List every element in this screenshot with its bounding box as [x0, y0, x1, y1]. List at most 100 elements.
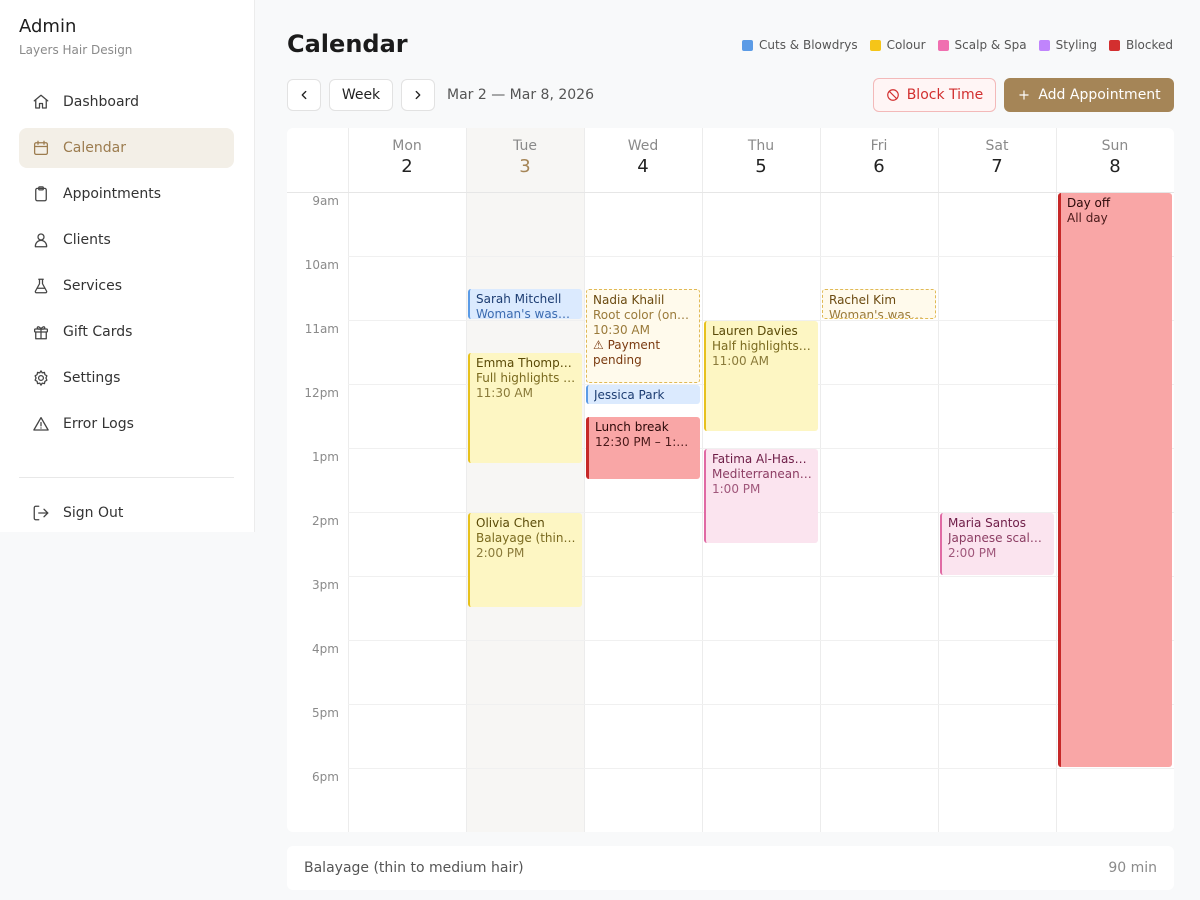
- hour-gridline: [348, 256, 1174, 257]
- blocked-time-event[interactable]: Day off All day: [1058, 193, 1172, 767]
- gift-icon: [32, 323, 50, 341]
- day-column[interactable]: [584, 128, 702, 832]
- day-header: Fri 6: [820, 128, 938, 192]
- event-title: Rachel Kim: [829, 293, 897, 307]
- next-week-button[interactable]: [401, 79, 435, 111]
- day-name: Wed: [627, 138, 659, 154]
- appointment-event[interactable]: Emma ThompsonFull highlights (thin to me…: [468, 353, 582, 463]
- day-number: 5: [755, 156, 767, 177]
- event-subtitle: Half highlights (thin to medium hair): [712, 339, 812, 353]
- sidebar-item-error-logs[interactable]: Error Logs: [19, 404, 234, 444]
- hour-label: 4pm: [312, 642, 339, 656]
- legend-item: Blocked: [1108, 38, 1173, 52]
- event-subtitle: Balayage (thin to medium hair): [476, 531, 576, 545]
- flask-icon: [32, 277, 50, 295]
- sidebar-item-label: Gift Cards: [63, 324, 133, 340]
- event-title: Emma Thompson: [476, 356, 576, 370]
- day-column[interactable]: [348, 128, 466, 832]
- event-title: Day off: [1067, 196, 1111, 210]
- sidebar-item-label: Services: [63, 278, 123, 294]
- blocked-time-event[interactable]: Lunch break12:30 PM – 1:30 PM: [586, 417, 700, 479]
- event-title: Nadia Khalil: [593, 293, 665, 307]
- service-duration: 90 min: [1108, 860, 1157, 876]
- legend-item: Scalp & Spa: [937, 38, 1027, 52]
- sidebar-item-gift-cards[interactable]: Gift Cards: [19, 312, 234, 352]
- event-title: Sarah Mitchell: [476, 292, 562, 306]
- block-time-label: Block Time: [906, 87, 984, 103]
- sidebar-item-services[interactable]: Services: [19, 266, 234, 306]
- sidebar: Admin Layers Hair Design Dashboard Calend…: [0, 0, 255, 532]
- day-name: Fri: [870, 138, 888, 154]
- service-name: Balayage (thin to medium hair): [304, 860, 524, 876]
- hour-label: 2pm: [312, 514, 339, 528]
- event-title: Maria Santos: [948, 516, 1027, 530]
- block-time-button[interactable]: Block Time: [873, 78, 996, 112]
- calendar-icon: [32, 139, 50, 157]
- service-footer: Balayage (thin to medium hair) 90 min: [287, 846, 1174, 890]
- hour-label: 11am: [304, 322, 339, 336]
- sidebar-nav: Dashboard Calendar Appointments Clients Serv…: [19, 82, 234, 450]
- day-number: 6: [873, 156, 885, 177]
- date-range-label: Mar 2 — Mar 8, 2026: [447, 87, 594, 103]
- sidebar-item-clients[interactable]: Clients: [19, 220, 234, 260]
- sidebar-divider: [19, 477, 234, 478]
- appointment-event[interactable]: Nadia KhalilRoot color (one colour)10:30…: [586, 289, 700, 383]
- appointment-event[interactable]: Olivia ChenBalayage (thin to medium hair…: [468, 513, 582, 607]
- sign-out-label: Sign Out: [63, 505, 124, 521]
- day-name: Sat: [985, 138, 1009, 154]
- legend-swatch: [1108, 39, 1120, 51]
- week-calendar: 9am 10am 11am 12pm 1pm 2pm 3pm 4pm 5pm 6pm Mon 2 Tue…: [287, 128, 1174, 832]
- day-number: 4: [637, 156, 649, 177]
- legend-label: Cuts & Blowdrys: [759, 38, 858, 52]
- chevron-left-icon: [301, 90, 307, 100]
- sign-out-button[interactable]: Sign Out: [19, 493, 234, 533]
- page-title: Calendar: [287, 30, 408, 58]
- day-column[interactable]: [466, 128, 584, 832]
- appointment-event[interactable]: Rachel KimWoman's wash, cut & blowdry: [822, 289, 936, 319]
- sidebar-item-settings[interactable]: Settings: [19, 358, 234, 398]
- sidebar-item-label: Clients: [63, 232, 111, 248]
- event-subtitle: Full highlights (thin to medium hair): [476, 371, 576, 385]
- event-title: Lauren Davies: [712, 324, 798, 338]
- appointment-event[interactable]: Sarah MitchellWoman's wash, cut & blowdr…: [468, 289, 582, 319]
- sidebar-item-appointments[interactable]: Appointments: [19, 174, 234, 214]
- day-header: Wed 4: [584, 128, 702, 192]
- appointment-event[interactable]: Lauren DaviesHalf highlights (thin to me…: [704, 321, 818, 431]
- add-appointment-label: Add Appointment: [1038, 87, 1161, 103]
- legend-label: Styling: [1055, 38, 1097, 52]
- day-number: 7: [991, 156, 1003, 177]
- view-select-button[interactable]: Week: [329, 79, 393, 111]
- event-subtitle: Mediterranean scalp treatment: [712, 467, 812, 481]
- sidebar-item-label: Error Logs: [63, 416, 134, 432]
- hour-gridline: [348, 704, 1174, 705]
- legend-label: Colour: [886, 38, 926, 52]
- hour-label: 5pm: [312, 706, 339, 720]
- sidebar-item-label: Settings: [63, 370, 121, 386]
- day-column[interactable]: [938, 128, 1056, 832]
- day-number: 2: [401, 156, 413, 177]
- legend-item: Colour: [869, 38, 926, 52]
- legend-swatch: [869, 39, 881, 51]
- event-time: 11:30 AM: [476, 386, 533, 400]
- event-subtitle: 12:30 PM – 1:30 PM: [595, 435, 694, 449]
- add-appointment-button[interactable]: Add Appointment: [1004, 78, 1174, 112]
- day-header: Tue 3: [466, 128, 584, 192]
- sidebar-item-dashboard[interactable]: Dashboard: [19, 82, 234, 122]
- legend-item: Styling: [1038, 38, 1097, 52]
- event-time: 1:00 PM: [712, 482, 761, 496]
- event-time: 11:00 AM: [712, 354, 769, 368]
- hour-gridline: [348, 768, 1174, 769]
- appointment-event[interactable]: Fatima Al-HassanMediterranean scalp trea…: [704, 449, 818, 543]
- gear-icon: [32, 369, 50, 387]
- prev-week-button[interactable]: [287, 79, 321, 111]
- hour-label: 9am: [312, 194, 339, 208]
- day-column[interactable]: [820, 128, 938, 832]
- event-time: 10:30 AM: [593, 323, 650, 337]
- header-divider: [287, 192, 1174, 193]
- appointment-event[interactable]: Jessica Park: [586, 385, 700, 405]
- day-header: Sun 8: [1056, 128, 1174, 192]
- appointment-event[interactable]: Maria SantosJapanese scalp treatment2:00…: [940, 513, 1054, 575]
- category-legend: Cuts & Blowdrys Colour Scalp & Spa Styling B…: [742, 38, 1173, 52]
- sidebar-item-calendar[interactable]: Calendar: [19, 128, 234, 168]
- sidebar-item-label: Dashboard: [63, 94, 139, 110]
